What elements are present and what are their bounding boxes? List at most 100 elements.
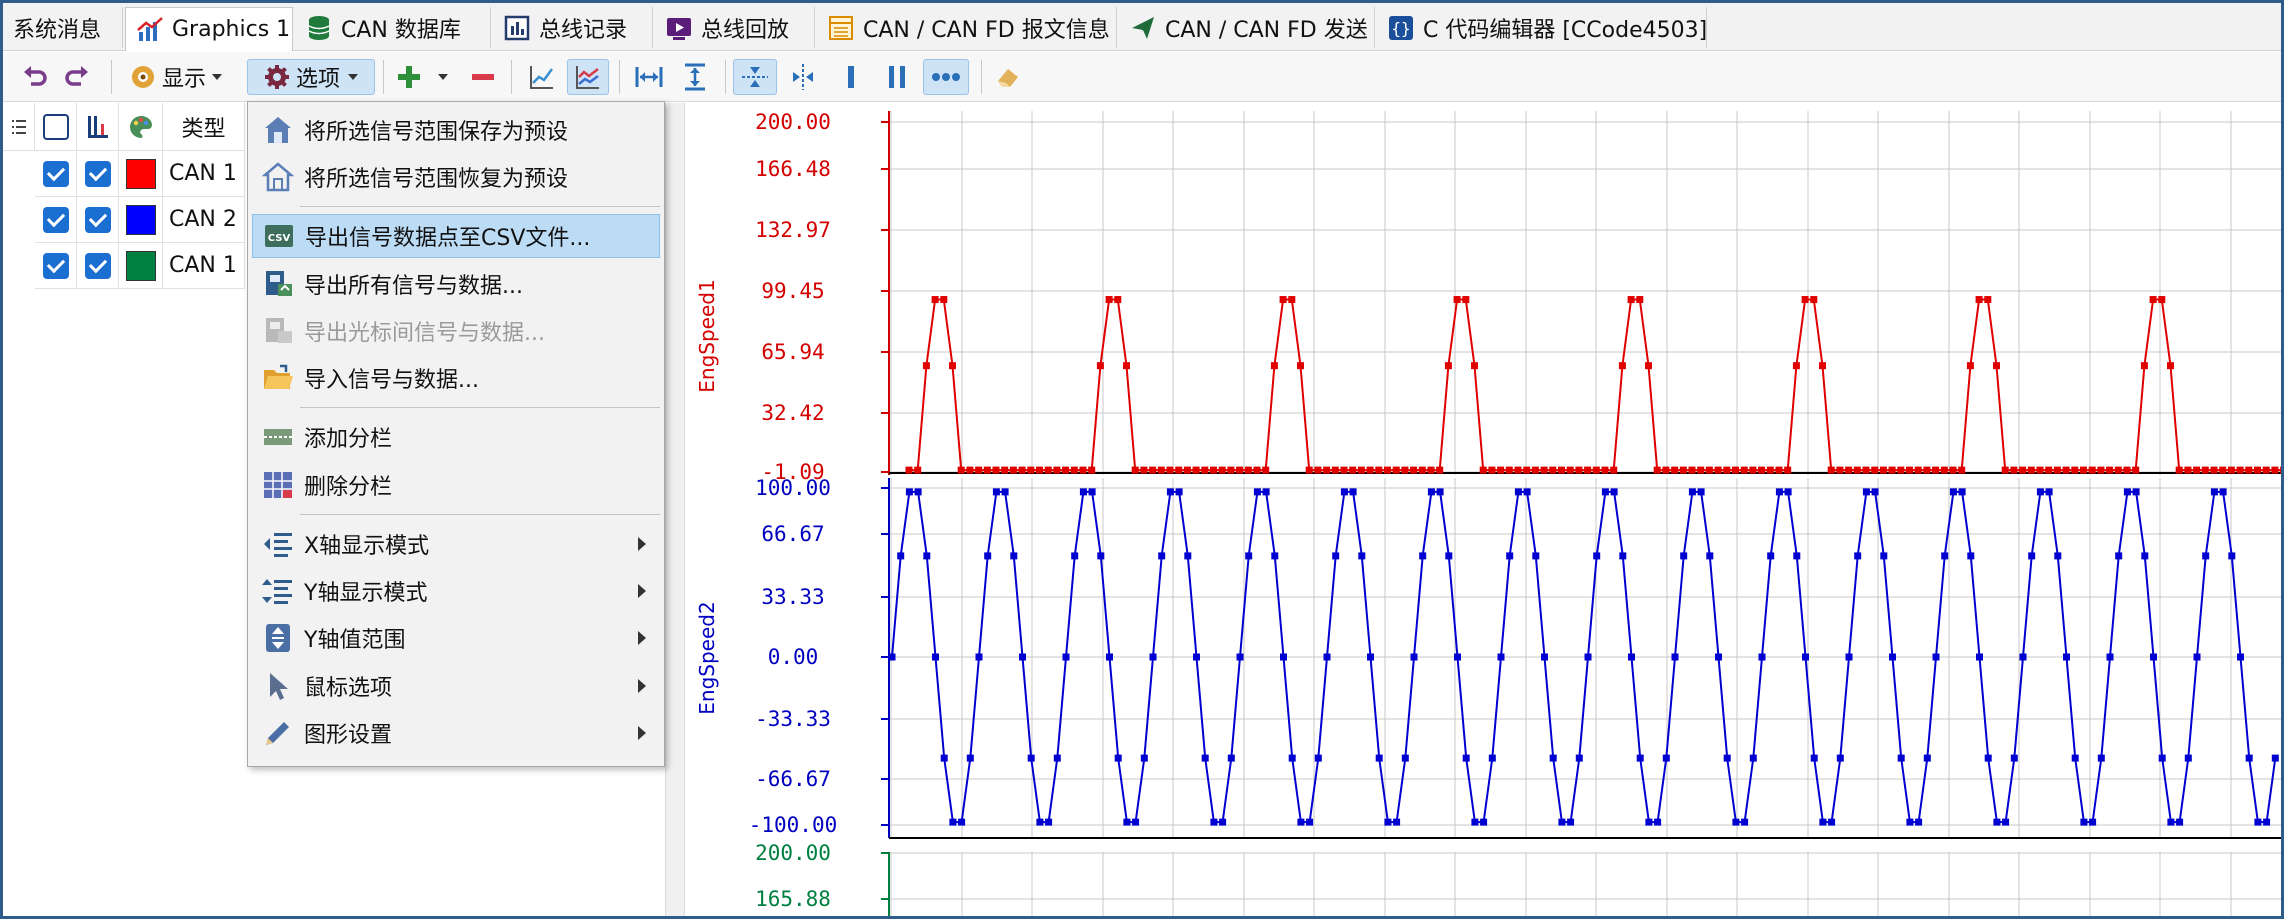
graphics-toolbar: 显示 选项 bbox=[3, 52, 2281, 102]
menu-save-preset[interactable]: 将所选信号范围保存为预设 bbox=[252, 108, 660, 152]
toolbar-separator bbox=[511, 60, 512, 94]
engspeed1-point bbox=[1201, 466, 1209, 474]
engspeed2-point bbox=[1262, 488, 1270, 496]
menu-y-range[interactable]: Y轴值范围 bbox=[252, 616, 660, 660]
display-dropdown-button[interactable]: 显示 bbox=[123, 59, 229, 95]
tab-bus-replay[interactable]: 总线回放 bbox=[655, 7, 815, 48]
submenu-arrow-icon bbox=[638, 631, 646, 645]
engspeed2-point bbox=[1480, 818, 1488, 826]
engspeed1-point bbox=[1401, 466, 1409, 474]
engspeed2-point bbox=[1688, 488, 1696, 496]
visible-checkbox[interactable] bbox=[35, 151, 77, 197]
engspeed1-point bbox=[1392, 466, 1400, 474]
panel-splitter[interactable] bbox=[665, 103, 685, 916]
multi-line-chart-button[interactable] bbox=[567, 59, 609, 95]
menu-import[interactable]: 导入信号与数据... bbox=[252, 356, 660, 400]
menu-chart-settings[interactable]: 图形设置 bbox=[252, 711, 660, 755]
engspeed2-point bbox=[949, 818, 957, 826]
axis-checkbox[interactable] bbox=[77, 151, 119, 197]
engspeed2-point bbox=[1193, 653, 1200, 661]
add-signal-button[interactable] bbox=[391, 59, 427, 95]
axis-checkbox[interactable] bbox=[77, 243, 119, 289]
tab-message-send[interactable]: CAN / CAN FD 发送 bbox=[1119, 7, 1375, 48]
menu-separator bbox=[300, 407, 660, 408]
undo-button[interactable] bbox=[17, 59, 53, 95]
minus-icon bbox=[472, 74, 494, 80]
engspeed2-point bbox=[1993, 818, 2001, 826]
engspeed1-point bbox=[1183, 466, 1191, 474]
message-table-icon bbox=[827, 14, 855, 42]
remove-signal-button[interactable] bbox=[465, 59, 501, 95]
menu-restore-preset[interactable]: 将所选信号范围恢复为预设 bbox=[252, 155, 660, 199]
header-select-all-checkbox[interactable] bbox=[35, 103, 77, 151]
menu-export-csv[interactable]: CSV 导出信号数据点至CSV文件... bbox=[252, 214, 660, 258]
menu-export-all[interactable]: 导出所有信号与数据... bbox=[252, 262, 660, 306]
menu-add-pane[interactable]: 添加分栏 bbox=[252, 415, 660, 459]
engspeed1-point bbox=[1888, 466, 1896, 474]
engspeed2-point bbox=[1001, 488, 1009, 496]
engspeed2-point bbox=[2245, 754, 2253, 762]
column-menu-icon[interactable] bbox=[3, 103, 35, 151]
engspeed2-point bbox=[1079, 488, 1087, 496]
engspeed2-point bbox=[1862, 488, 1870, 496]
redo-button[interactable] bbox=[59, 59, 95, 95]
engspeed2-point bbox=[2176, 818, 2184, 826]
menu-export-between-cursors[interactable]: 导出光标间信号与数据... bbox=[252, 309, 660, 353]
cursor-horizontal-button[interactable] bbox=[733, 59, 777, 95]
line-chart-button[interactable] bbox=[523, 59, 561, 95]
engspeed2-point bbox=[1106, 653, 1113, 661]
visible-checkbox[interactable] bbox=[35, 197, 77, 243]
tab-system-messages[interactable]: 系统消息 bbox=[3, 7, 123, 48]
engspeed2-point bbox=[1323, 653, 1331, 661]
tab-message-info[interactable]: CAN / CAN FD 报文信息 bbox=[817, 7, 1117, 48]
visible-checkbox[interactable] bbox=[35, 243, 77, 289]
axis-checkbox[interactable] bbox=[77, 197, 119, 243]
fit-x-button[interactable] bbox=[629, 59, 669, 95]
submenu-arrow-icon bbox=[638, 726, 646, 740]
options-dropdown-button[interactable]: 选项 bbox=[247, 59, 375, 95]
dual-cursor-button[interactable] bbox=[879, 59, 915, 95]
horizontal-cursor-icon bbox=[742, 67, 768, 87]
engspeed2-point bbox=[1053, 754, 1061, 762]
engspeed1-point bbox=[1966, 362, 1974, 370]
engspeed2-point bbox=[914, 488, 922, 496]
color-swatch-cell[interactable] bbox=[119, 243, 163, 289]
y-tick-label: 65.94 bbox=[761, 340, 824, 364]
single-cursor-button[interactable] bbox=[833, 59, 869, 95]
graphics-chart[interactable]: 200.00 166.48 132.97 99.45 65.94 32.42 -1.09 En… bbox=[685, 103, 2284, 916]
color-swatch-cell[interactable] bbox=[119, 197, 163, 243]
show-points-button[interactable] bbox=[923, 59, 969, 95]
engspeed2-point bbox=[2202, 552, 2210, 560]
x-axis-mode-icon bbox=[264, 533, 292, 557]
engspeed1-point bbox=[1958, 466, 1966, 474]
display-label: 显示 bbox=[161, 67, 206, 92]
tab-c-code-editor[interactable]: {} C 代码编辑器 [CCode4503] bbox=[1377, 7, 1707, 48]
add-signal-dropdown[interactable] bbox=[431, 59, 455, 95]
menu-x-axis-mode[interactable]: X轴显示模式 bbox=[252, 522, 660, 566]
engspeed1-point bbox=[940, 296, 948, 304]
tab-can-database[interactable]: CAN 数据库 bbox=[295, 7, 491, 48]
menu-y-axis-mode[interactable]: Y轴显示模式 bbox=[252, 569, 660, 613]
header-color-column bbox=[119, 103, 163, 151]
tab-bus-logging[interactable]: 总线记录 bbox=[493, 7, 653, 48]
cursor-vertical-button[interactable] bbox=[783, 59, 823, 95]
color-swatch-cell[interactable] bbox=[119, 151, 163, 197]
fit-y-button[interactable] bbox=[675, 59, 715, 95]
engspeed1-point bbox=[1157, 466, 1165, 474]
clear-button[interactable] bbox=[989, 59, 1027, 95]
engspeed2-point bbox=[1393, 818, 1401, 826]
engspeed2-point bbox=[1488, 754, 1496, 762]
engspeed1-point bbox=[2262, 466, 2270, 474]
engspeed2-point bbox=[1836, 754, 1844, 762]
engspeed1-point bbox=[1331, 466, 1339, 474]
menu-mouse-options[interactable]: 鼠标选项 bbox=[252, 664, 660, 708]
chart-canvas[interactable]: 200.00166.48132.9799.4565.9432.42-1.09En… bbox=[685, 103, 2284, 916]
engspeed1-point bbox=[1053, 466, 1061, 474]
engspeed2-point bbox=[2254, 818, 2262, 826]
engspeed1-point bbox=[1253, 466, 1261, 474]
menu-item-label: 导出信号数据点至CSV文件... bbox=[305, 226, 591, 251]
tab-graphics-1[interactable]: Graphics 1 bbox=[125, 7, 293, 51]
header-type[interactable]: 类型 bbox=[163, 103, 245, 151]
menu-delete-pane[interactable]: 删除分栏 bbox=[252, 463, 660, 507]
engspeed2-point bbox=[2002, 818, 2010, 826]
